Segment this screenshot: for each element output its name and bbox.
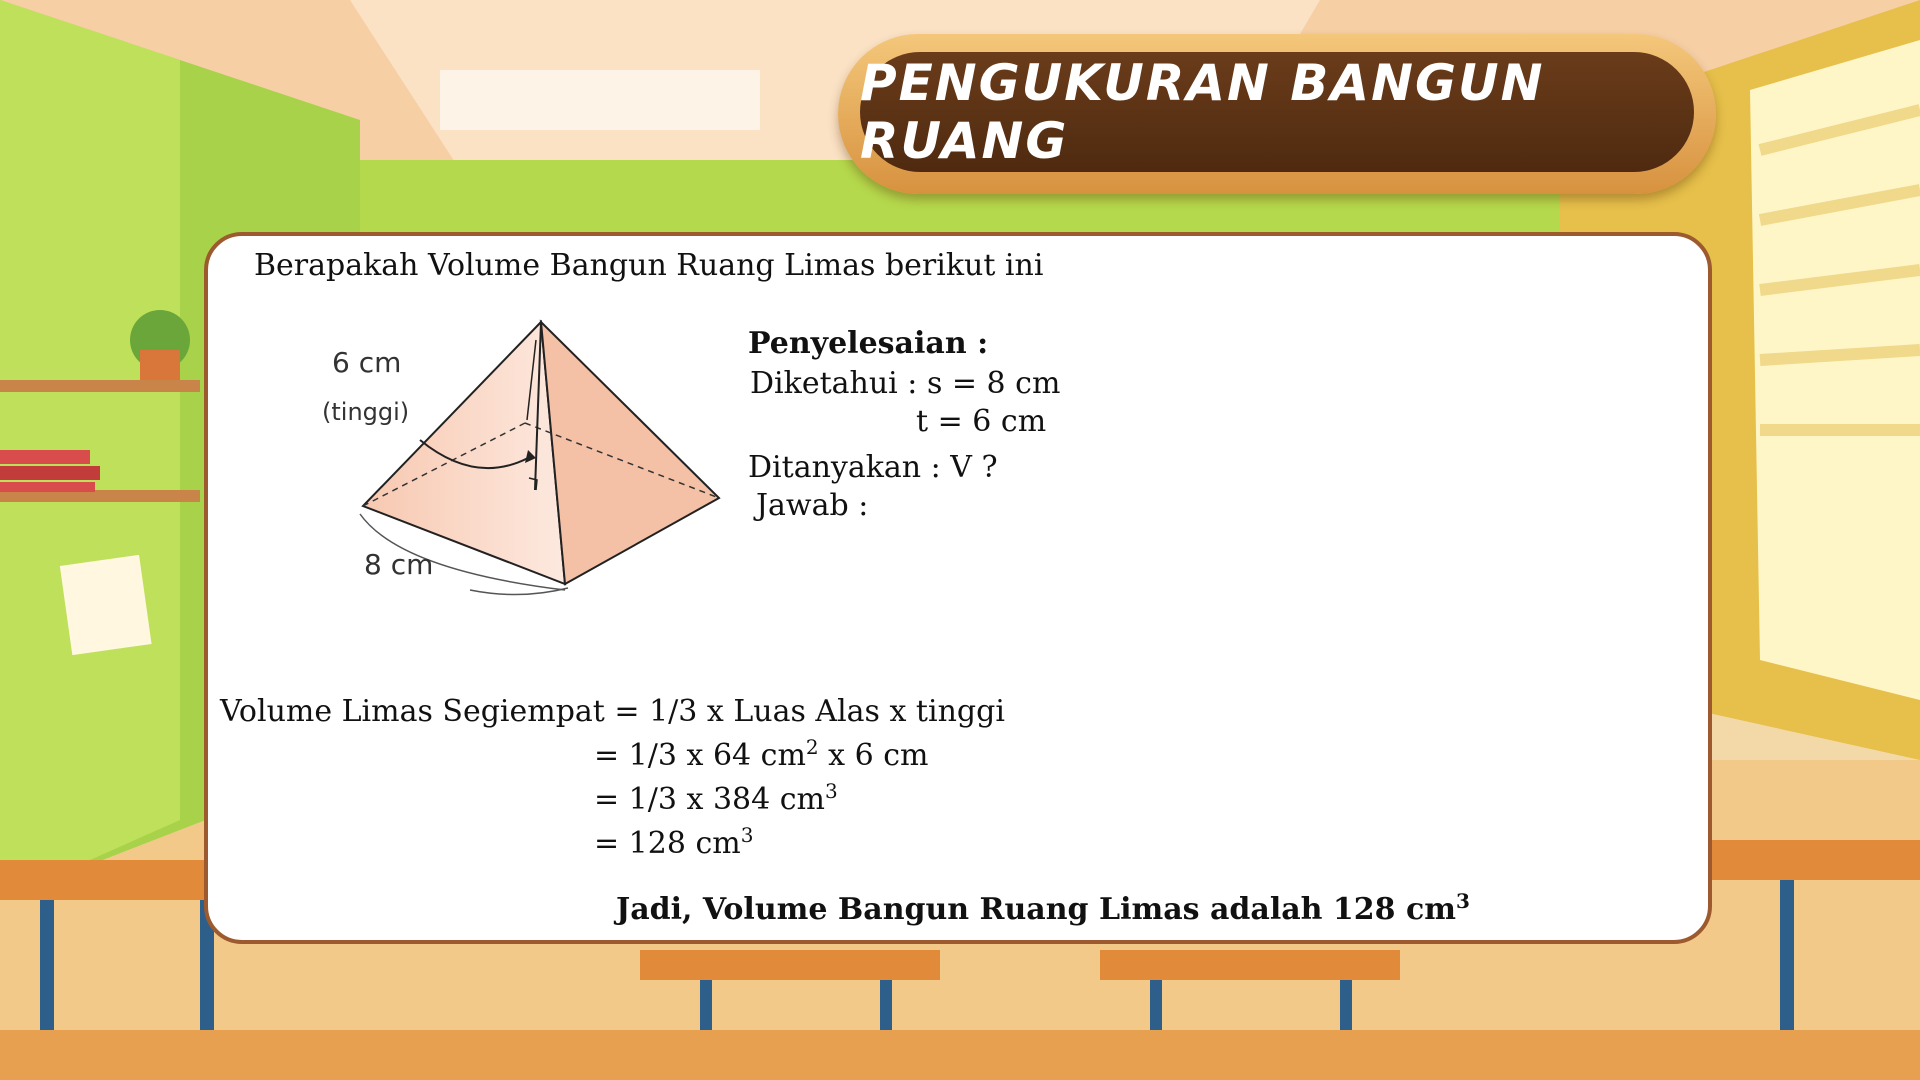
solution-heading: Penyelesaian : (748, 326, 989, 361)
asked-text: Ditanyakan : V ? (748, 450, 998, 485)
formula-line-3: = 1/3 x 384 cm3 (594, 779, 838, 818)
formula-line-4-exponent: 3 (740, 823, 754, 847)
formula-line-2-exponent: 2 (805, 735, 819, 759)
formula-line-3-main: = 1/3 x 384 cm (594, 782, 825, 817)
conclusion-text: Jadi, Volume Bangun Ruang Limas adalah 1… (616, 889, 1470, 928)
question-text: Berapakah Volume Bangun Ruang Limas beri… (254, 248, 1044, 283)
page-title: PENGUKURAN BANGUN RUANG (860, 54, 1545, 170)
formula-line-1: Volume Limas Segiempat = 1/3 x Luas Alas… (220, 694, 1005, 729)
height-label: 6 cm (332, 346, 402, 379)
pyramid-figure: 6 cm (tinggi) 8 cm (300, 300, 740, 600)
height-note: (tinggi) (322, 398, 410, 426)
formula-line-2-tail: x 6 cm (818, 738, 929, 773)
formula-line-2: = 1/3 x 64 cm2 x 6 cm (594, 735, 929, 774)
known-height: t = 6 cm (916, 404, 1047, 439)
answer-label: Jawab : (756, 488, 869, 523)
title-banner: PENGUKURAN BANGUN RUANG (838, 34, 1716, 194)
formula-line-2-main: = 1/3 x 64 cm (594, 738, 806, 773)
conclusion-main: Jadi, Volume Bangun Ruang Limas adalah 1… (616, 892, 1456, 927)
known-side: Diketahui : s = 8 cm (750, 366, 1061, 401)
base-label: 8 cm (364, 548, 434, 581)
formula-line-4: = 128 cm3 (594, 823, 754, 862)
conclusion-exponent: 3 (1456, 889, 1470, 913)
formula-line-4-main: = 128 cm (594, 826, 741, 861)
title-banner-inner: PENGUKURAN BANGUN RUANG (860, 52, 1694, 172)
formula-line-3-exponent: 3 (825, 779, 838, 803)
